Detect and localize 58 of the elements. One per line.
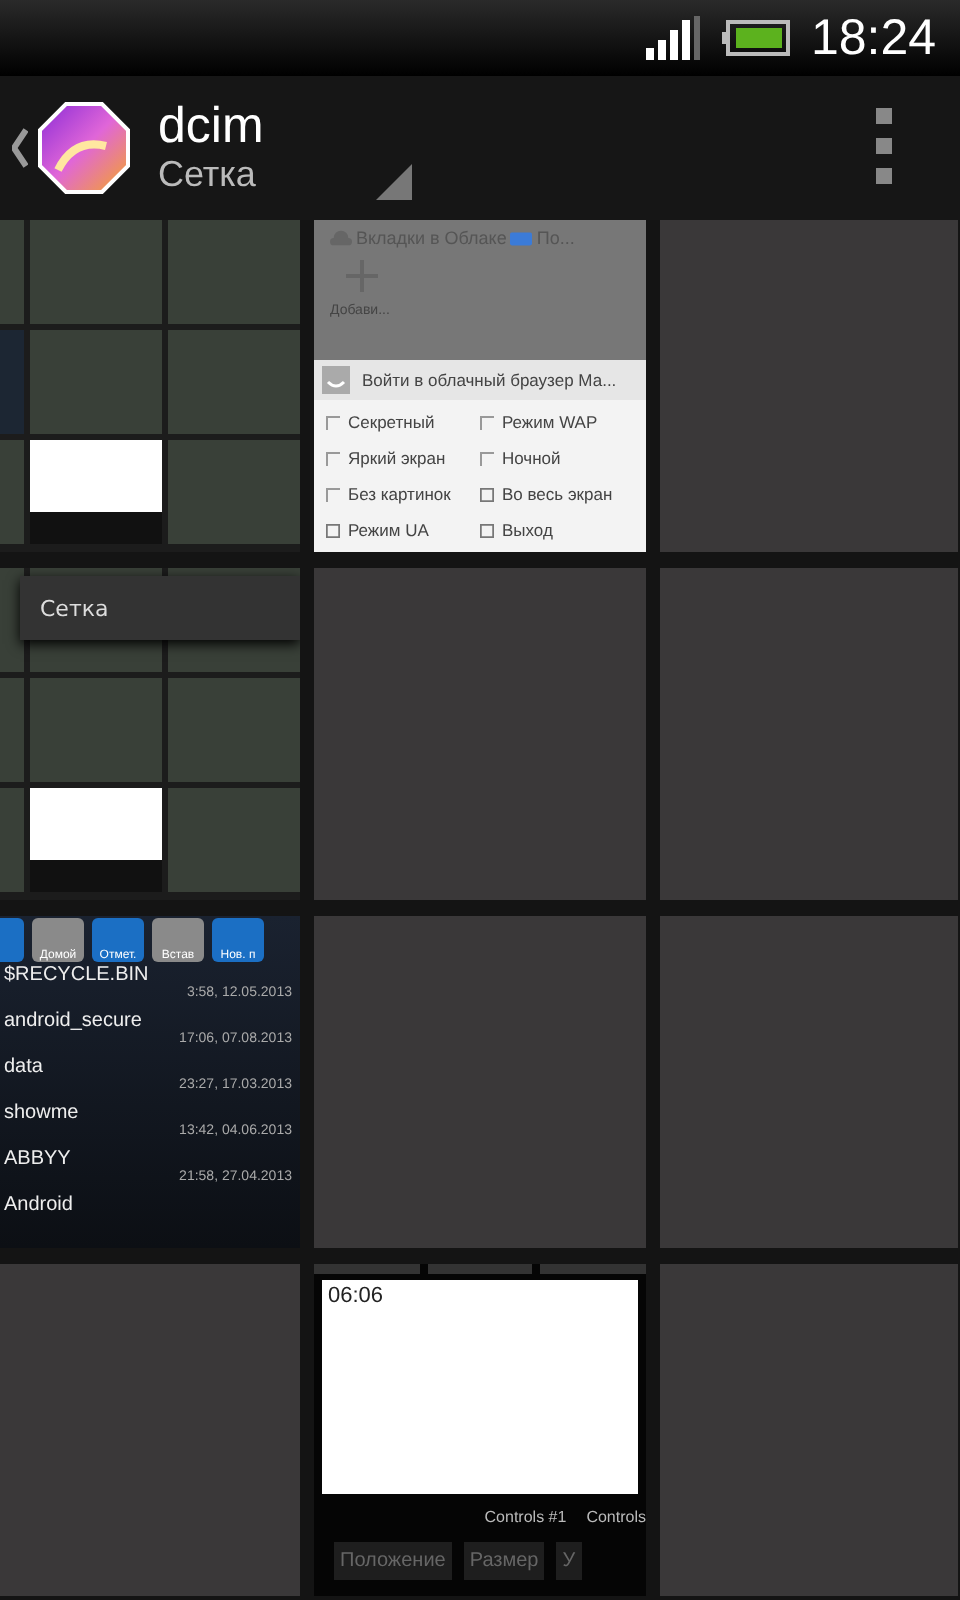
screenshot-thumbnail[interactable]: 06:06 Controls #1 Controls Положение Размер У — [314, 1264, 646, 1596]
thumbnail-placeholder[interactable] — [660, 1264, 958, 1596]
menu-item-icon — [480, 523, 494, 537]
checkbox[interactable] — [326, 451, 340, 465]
clock-text: 18:24 — [810, 9, 936, 67]
screenshot-thumbnail[interactable]: Сетка — [0, 568, 300, 900]
thumbnail-cell — [30, 788, 162, 892]
thumbnail-placeholder[interactable] — [0, 1264, 300, 1596]
smiley-icon — [322, 366, 350, 394]
thumbnail-cell — [168, 678, 300, 782]
file-name: data — [4, 1056, 45, 1078]
thumbnail-placeholder[interactable] — [660, 916, 958, 1248]
file-name: Android — [4, 1194, 75, 1216]
thumbnail-placeholder[interactable] — [314, 568, 646, 900]
menu-popup[interactable]: Сетка — [20, 576, 300, 640]
overflow-menu-icon — [876, 108, 892, 188]
checkbox[interactable] — [326, 487, 340, 501]
menu-option[interactable]: Во весь экран — [502, 484, 613, 504]
thumbnail-cell — [168, 788, 300, 892]
menu-option[interactable]: Режим WAP — [502, 412, 598, 432]
thumbnail-cell — [30, 678, 162, 782]
checkbox[interactable] — [480, 451, 494, 465]
checkbox[interactable] — [480, 415, 494, 429]
tab[interactable]: Controls — [586, 1508, 646, 1526]
thumbnail-cell — [168, 220, 300, 324]
battery-icon — [722, 20, 791, 56]
dropdown-corner-icon — [375, 164, 412, 200]
menu-item-icon — [326, 523, 340, 537]
menu-item-icon — [480, 487, 494, 501]
tab[interactable]: Controls #1 — [484, 1508, 567, 1526]
menu-option[interactable]: Без картинок — [348, 484, 451, 504]
file-name: android_secure — [4, 1010, 144, 1032]
thumbnail-cell — [30, 220, 162, 324]
thumbnail-cell — [168, 330, 300, 434]
screenshot-thumbnail[interactable] — [0, 220, 300, 552]
album-title: dcim — [158, 99, 264, 155]
menu-option[interactable]: Режим UA — [348, 520, 429, 540]
thumbnail-placeholder[interactable] — [314, 916, 646, 1248]
menu-option[interactable]: Выход — [502, 520, 553, 540]
clock-text: 06:06 — [328, 1284, 384, 1308]
badge-icon — [510, 231, 533, 245]
thumbnail-placeholder[interactable] — [660, 568, 958, 900]
file-name: $RECYCLE.BIN — [4, 964, 151, 986]
overflow-menu-button[interactable] — [876, 108, 892, 188]
file-name: ABBYY — [4, 1148, 73, 1170]
menu-option[interactable]: Ночной — [502, 448, 561, 468]
thumbnail-placeholder[interactable] — [660, 220, 958, 552]
checkbox[interactable] — [326, 415, 340, 429]
gallery-app-icon — [38, 102, 130, 194]
menu-option[interactable]: Яркий экран — [348, 448, 446, 468]
back-chevron-icon — [12, 128, 28, 168]
signal-icon — [646, 16, 703, 60]
thumbnail-cell — [30, 440, 162, 544]
thumbnail-cell — [168, 440, 300, 544]
view-mode-spinner[interactable]: Сетка — [158, 154, 264, 197]
thumbnail-cell — [30, 330, 162, 434]
file-name: showme — [4, 1102, 81, 1124]
menu-option[interactable]: Секретный — [348, 412, 435, 432]
